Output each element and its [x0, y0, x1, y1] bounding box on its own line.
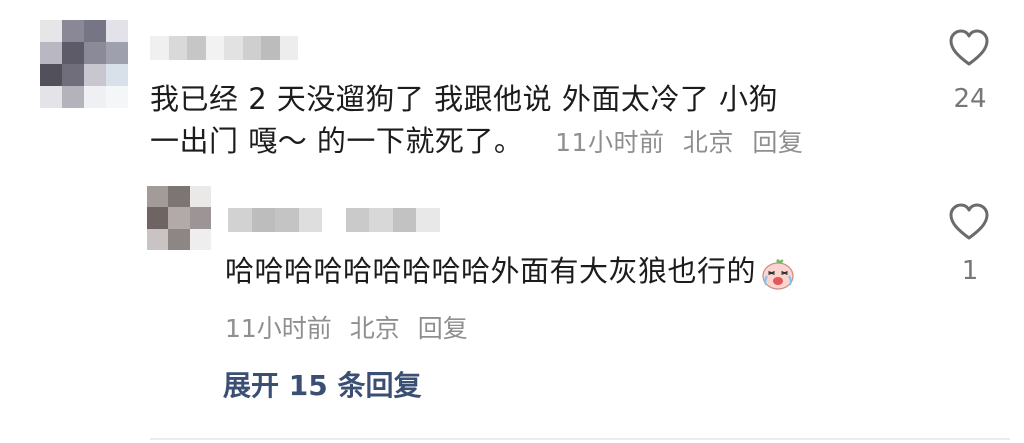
comment-reply-button[interactable]: 回复: [752, 128, 803, 157]
reply-username[interactable]: [228, 208, 440, 232]
reply-location: 北京: [349, 314, 400, 343]
comment-text: 我已经 2 天没遛狗了 我跟他说 外面太冷了 小狗 一出门 嘎～ 的一下就死了。…: [150, 78, 813, 164]
reply-avatar[interactable]: [147, 186, 211, 250]
comment-text-line1: 我已经 2 天没遛狗了 我跟他说 外面太冷了 小狗: [150, 82, 779, 116]
comment-like-count: 24: [953, 84, 987, 114]
comment-avatar[interactable]: [40, 20, 128, 108]
crying-laughing-sticker-icon: [762, 259, 794, 290]
reply-reply-button[interactable]: 回复: [418, 314, 468, 343]
reply-text: 哈哈哈哈哈哈哈哈哈外面有大灰狼也行的: [225, 250, 796, 292]
comment-text-line2: 一出门 嘎～ 的一下就死了。 11小时前 北京 回复: [150, 120, 813, 164]
expand-replies-button[interactable]: 展开 15 条回复: [223, 364, 421, 404]
reply-meta: 11小时前 北京 回复: [225, 309, 478, 345]
heart-outline-icon[interactable]: [948, 28, 990, 68]
comment-text-line2-body: 一出门 嘎～ 的一下就死了。: [150, 124, 524, 158]
comment-meta: 11小时前 北京 回复: [555, 128, 813, 157]
comment-time: 11小时前: [555, 128, 665, 157]
reply-text-body: 哈哈哈哈哈哈哈哈哈外面有大灰狼也行的: [225, 254, 757, 288]
heart-outline-icon[interactable]: [948, 202, 990, 242]
reply-time: 11小时前: [225, 314, 332, 343]
reply-like-count: 1: [961, 256, 979, 286]
divider: [150, 438, 1010, 440]
comment-username[interactable]: [150, 36, 298, 60]
comment-location: 北京: [682, 128, 734, 157]
